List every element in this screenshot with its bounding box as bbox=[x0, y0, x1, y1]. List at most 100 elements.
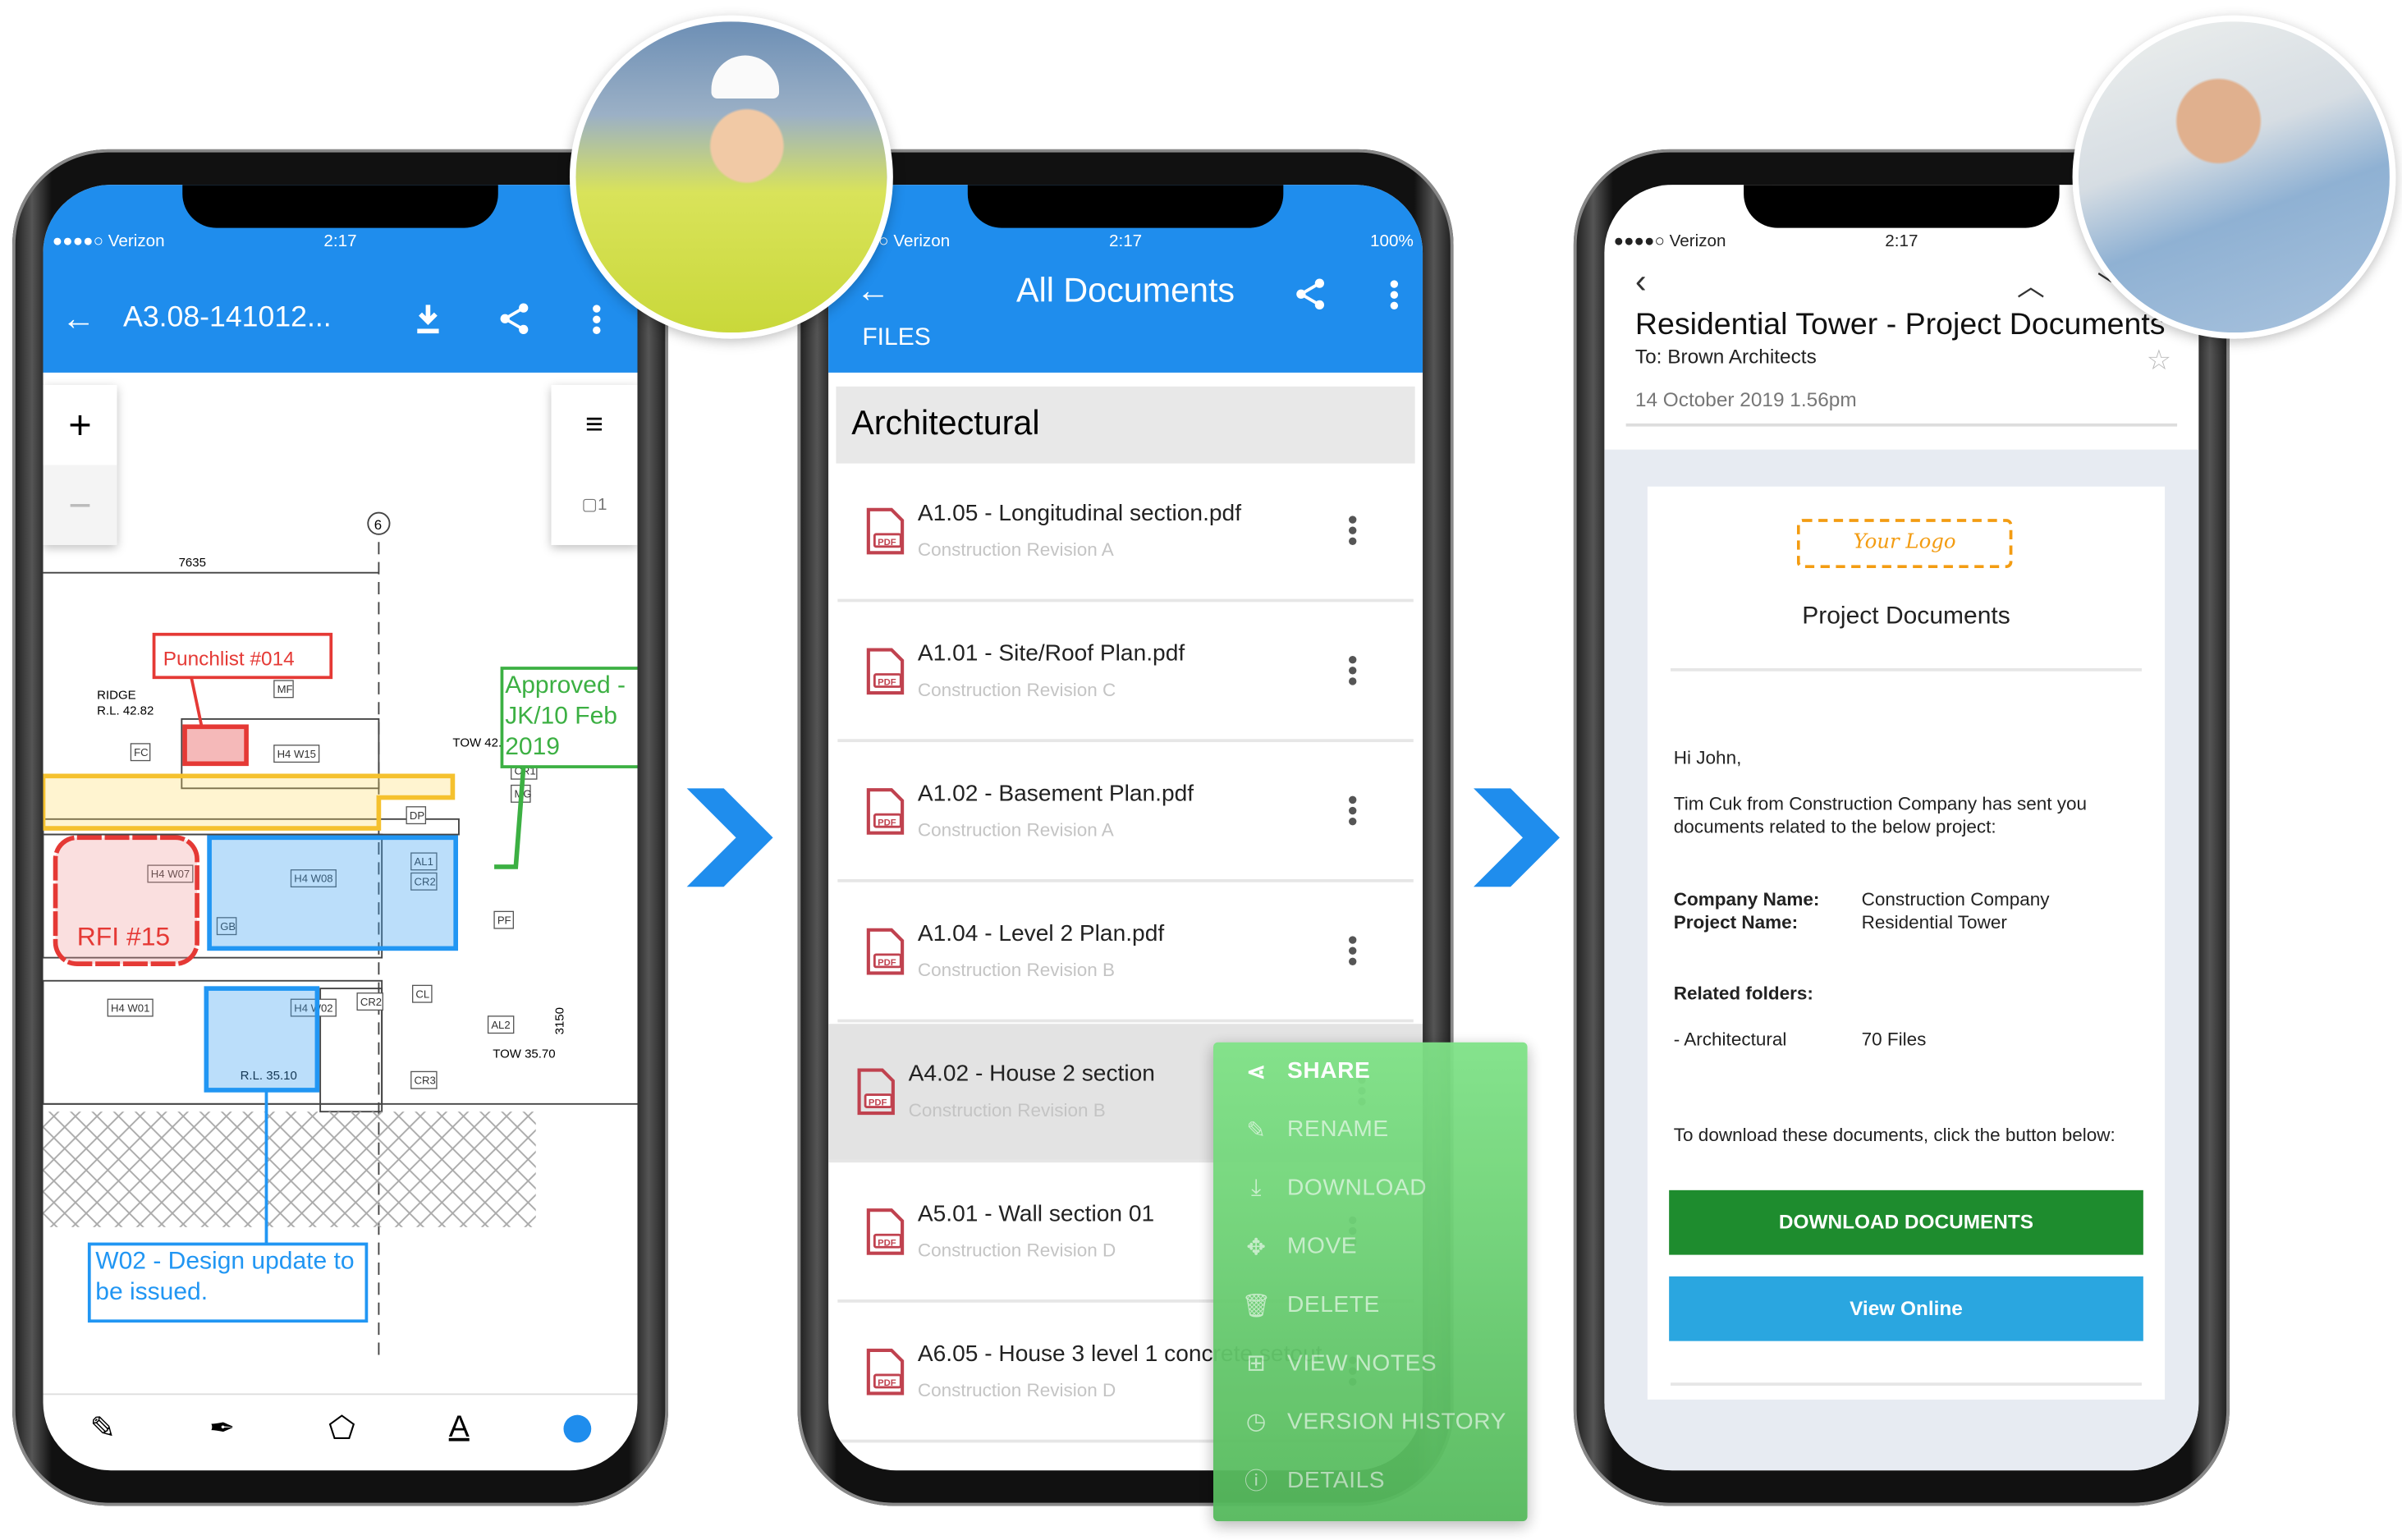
download-icon: ⤓ bbox=[1250, 1175, 1262, 1202]
pencil-icon[interactable]: ✎ bbox=[89, 1409, 115, 1447]
file-row[interactable]: PDF A1.02 - Basement Plan.pdf Constructi… bbox=[837, 744, 1414, 882]
drawing-tag: DP bbox=[410, 809, 424, 822]
share-icon[interactable] bbox=[1294, 277, 1327, 311]
highlighter-icon[interactable]: ✒ bbox=[209, 1409, 235, 1447]
file-name: A5.01 - Wall section 01 bbox=[917, 1200, 1155, 1227]
company-label: Company Name: bbox=[1673, 888, 1820, 910]
shapes-icon[interactable]: ⬠ bbox=[328, 1409, 355, 1447]
svg-text:PDF: PDF bbox=[878, 1378, 896, 1388]
menu-item-move[interactable]: ✥ MOVE bbox=[1213, 1217, 1528, 1276]
folder-name: - Architectural bbox=[1673, 1028, 1787, 1051]
chevron-left-icon[interactable]: ‹ bbox=[1635, 262, 1647, 302]
drawing-tag: MF bbox=[277, 683, 293, 695]
menu-item-label: DOWNLOAD bbox=[1287, 1175, 1428, 1202]
svg-text:PDF: PDF bbox=[878, 818, 896, 827]
design-update-label: W02 - Design update to be issued. bbox=[95, 1249, 355, 1306]
email-card: Your Logo Project Documents Hi John, Tim… bbox=[1647, 486, 2166, 1400]
share-icon: ⋖ bbox=[1246, 1059, 1267, 1086]
project-value: Residential Tower bbox=[1861, 911, 2007, 933]
phone-notch bbox=[182, 185, 498, 228]
pdf-file-icon: PDF bbox=[866, 1348, 905, 1396]
zoom-out-button[interactable]: − bbox=[43, 465, 117, 545]
svg-text:PDF: PDF bbox=[878, 538, 896, 548]
file-revision: Construction Revision B bbox=[908, 1099, 1106, 1121]
svg-text:PDF: PDF bbox=[878, 958, 896, 968]
more-vertical-icon[interactable] bbox=[1349, 936, 1358, 968]
right-controls: ≡ ▢1 bbox=[551, 384, 638, 545]
phone-notch bbox=[1744, 185, 2060, 228]
menu-item-label: VIEW NOTES bbox=[1287, 1350, 1437, 1377]
filter-icon[interactable]: ≡ bbox=[551, 385, 637, 465]
drawing-title: A3.08-141012... bbox=[123, 301, 332, 335]
menu-item-label: SHARE bbox=[1287, 1058, 1371, 1085]
menu-item-version-history[interactable]: ◷ VERSION HISTORY bbox=[1213, 1392, 1528, 1451]
email-heading: Project Documents bbox=[1802, 603, 2010, 630]
phone-markup-viewer: ●●●●○ Verizon2:17100% ← A3.08-141012... … bbox=[12, 149, 669, 1506]
section-header: Architectural bbox=[836, 386, 1415, 464]
menu-item-download[interactable]: ⤓ DOWNLOAD bbox=[1213, 1159, 1528, 1217]
divider bbox=[1671, 668, 2142, 671]
zoom-controls: + − bbox=[43, 384, 117, 545]
drawing-tag: CR2 bbox=[360, 996, 382, 1008]
pencil-icon: ✎ bbox=[1246, 1117, 1267, 1144]
svg-text:PDF: PDF bbox=[878, 1238, 896, 1248]
file-name: A1.02 - Basement Plan.pdf bbox=[917, 780, 1194, 807]
company-value: Construction Company bbox=[1861, 888, 2050, 910]
ridge-rl-label: R.L. 42.82 bbox=[97, 704, 154, 717]
drawing-tag: H4 W01 bbox=[111, 1001, 149, 1014]
arrow-left-icon[interactable]: ← bbox=[62, 299, 95, 339]
carrier: ●●●●○ Verizon bbox=[52, 232, 165, 251]
pdf-file-icon: PDF bbox=[866, 928, 905, 975]
clock: 2:17 bbox=[1885, 232, 1918, 251]
zoom-in-button[interactable]: + bbox=[44, 385, 117, 465]
drawing-tag: FC bbox=[134, 746, 148, 759]
file-revision: Construction Revision B bbox=[917, 959, 1116, 981]
svg-text:PDF: PDF bbox=[869, 1098, 887, 1108]
highlight-region[interactable] bbox=[204, 986, 320, 1093]
pdf-file-icon: PDF bbox=[857, 1068, 895, 1116]
menu-item-label: DELETE bbox=[1287, 1291, 1380, 1318]
menu-item-rename[interactable]: ✎ RENAME bbox=[1213, 1101, 1528, 1159]
tab-files[interactable]: FILES bbox=[862, 325, 930, 353]
color-picker-icon[interactable] bbox=[562, 1414, 591, 1442]
file-row[interactable]: PDF A1.05 - Longitudinal section.pdf Con… bbox=[837, 464, 1414, 603]
drawing-canvas[interactable]: 6 7635 RIDGE R.L. 42.82 TOW 42.00 TOW 35… bbox=[43, 373, 638, 1394]
text-icon[interactable]: A bbox=[449, 1410, 470, 1446]
chevron-up-icon[interactable]: ︿ bbox=[2017, 265, 2045, 305]
view-online-button[interactable]: View Online bbox=[1669, 1276, 2143, 1341]
download-documents-button[interactable]: DOWNLOAD DOCUMENTS bbox=[1669, 1189, 2143, 1255]
avatar-site-engineer bbox=[569, 15, 893, 339]
file-revision: Construction Revision A bbox=[917, 539, 1114, 561]
more-vertical-icon[interactable] bbox=[1349, 516, 1358, 548]
menu-item-view-notes[interactable]: ⊞ VIEW NOTES bbox=[1213, 1334, 1528, 1392]
rfi-label: RFI #15 bbox=[77, 922, 170, 951]
menu-item-share[interactable]: ⋖ SHARE bbox=[1213, 1043, 1528, 1101]
menu-item-details[interactable]: ⓘ DETAILS bbox=[1213, 1451, 1528, 1509]
more-vertical-icon[interactable] bbox=[593, 305, 602, 337]
related-folders-label: Related folders: bbox=[1673, 982, 1813, 1004]
page-count: 1 bbox=[597, 495, 607, 515]
file-row[interactable]: PDF A1.04 - Level 2 Plan.pdf Constructio… bbox=[837, 884, 1414, 1023]
divider bbox=[1671, 1382, 2142, 1386]
more-vertical-icon[interactable] bbox=[1349, 795, 1358, 828]
svg-text:PDF: PDF bbox=[878, 678, 896, 688]
context-menu: ⋖ SHARE ✎ RENAME ⤓ DOWNLOAD ✥ MOVE 🗑 DELETE ⊞ VIEW … bbox=[1212, 1042, 1528, 1522]
hard-hat-icon bbox=[711, 55, 780, 99]
star-icon[interactable]: ☆ bbox=[2147, 345, 2171, 377]
note-add-icon: ⊞ bbox=[1246, 1350, 1267, 1377]
drawing-tag: PF bbox=[497, 914, 511, 926]
highlight-region[interactable] bbox=[207, 835, 458, 951]
cta-text: To download these documents, click the b… bbox=[1673, 1124, 2116, 1146]
menu-item-delete[interactable]: 🗑 DELETE bbox=[1213, 1276, 1528, 1334]
pages-icon[interactable]: ▢1 bbox=[551, 465, 637, 545]
grid-label: 6 bbox=[374, 517, 382, 533]
logo-placeholder: Your Logo bbox=[1796, 519, 2013, 569]
download-icon[interactable] bbox=[413, 302, 444, 336]
file-name: A4.02 - House 2 section bbox=[908, 1061, 1155, 1088]
pdf-file-icon: PDF bbox=[866, 648, 905, 695]
drawing-tag: CL bbox=[415, 988, 429, 1000]
more-vertical-icon[interactable] bbox=[1390, 280, 1399, 312]
more-vertical-icon[interactable] bbox=[1349, 656, 1358, 688]
share-icon[interactable] bbox=[497, 302, 531, 336]
file-row[interactable]: PDF A1.01 - Site/Roof Plan.pdf Construct… bbox=[837, 603, 1414, 743]
